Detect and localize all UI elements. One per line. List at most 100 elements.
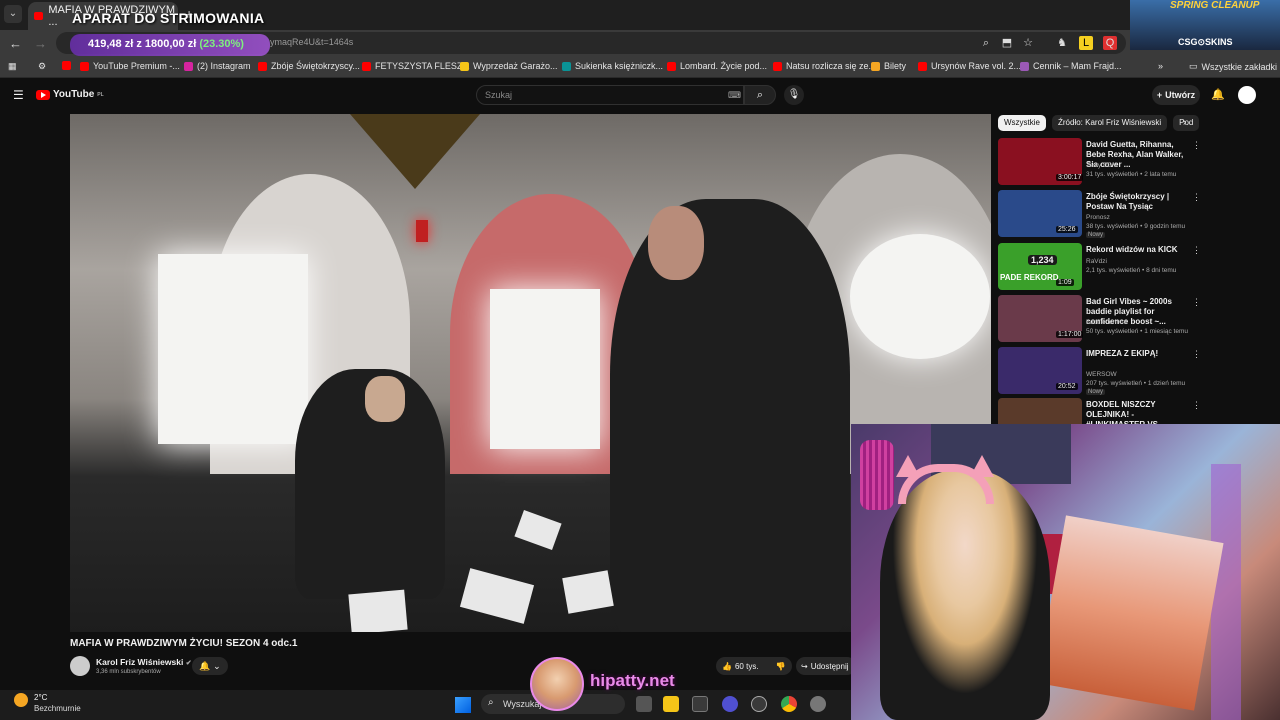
- task-view-icon[interactable]: [636, 696, 652, 712]
- bookmark-label: (2) Instagram: [197, 61, 251, 71]
- bookmark-favicon-icon: [80, 61, 89, 71]
- bookmark-label: Ursynów Rave vol. 2...: [931, 61, 1022, 71]
- recommendation-channel[interactable]: Tasty EDM: [1086, 162, 1117, 169]
- extension-l-icon[interactable]: L: [1079, 36, 1093, 50]
- bookmark-item[interactable]: Zbóje Świętokrzyscy...: [258, 61, 360, 71]
- more-options-icon[interactable]: ⋮: [1192, 297, 1201, 308]
- like-button[interactable]: 👍 60 tys. 👎: [716, 657, 792, 675]
- bookmarks-overflow-icon[interactable]: »: [1158, 61, 1163, 71]
- recommendation-chips: Wszystkie Źródło: Karol Friz Wiśniewski …: [998, 115, 1200, 131]
- recommendation-item[interactable]: 20:52 IMPREZA Z EKIPĄ! WERSOW 207 tys. wyśw…: [998, 347, 1268, 395]
- recommendation-item[interactable]: 1:17:00 Bad Girl Vibes ~ 2000s baddie pla…: [998, 295, 1268, 343]
- windows-start-icon[interactable]: [455, 697, 471, 713]
- weather-sun-icon[interactable]: [14, 693, 28, 707]
- bookmark-item[interactable]: Bilety: [871, 61, 906, 71]
- bookmark-favicon-icon: [362, 61, 371, 71]
- video-duration: 1:17:00: [1056, 331, 1084, 338]
- tab-search-button[interactable]: ⌄: [4, 5, 22, 23]
- menu-icon[interactable]: ☰: [13, 88, 24, 102]
- more-options-icon[interactable]: ⋮: [1192, 400, 1201, 411]
- create-button[interactable]: + Utwórz: [1152, 85, 1200, 105]
- recommendation-item[interactable]: 3:00:17 David Guetta, Rihanna, Bebe Rexha…: [998, 138, 1268, 186]
- back-icon[interactable]: ←: [9, 36, 22, 51]
- bookmark-item[interactable]: Cennik – Mam Frajd...: [1020, 61, 1122, 71]
- keyboard-icon[interactable]: ⌨: [728, 90, 741, 101]
- recommendation-title[interactable]: IMPREZA Z EKIPĄ!: [1086, 349, 1190, 359]
- bookmark-settings-icon[interactable]: ⚙: [38, 61, 46, 72]
- bookmark-item[interactable]: YouTube Premium -...: [80, 61, 180, 71]
- recommendation-meta: 31 tys. wyświetleń • 2 lata temu: [1086, 171, 1177, 178]
- recommendation-channel[interactable]: baddie femme: [1086, 319, 1127, 326]
- youtube-logo[interactable]: YouTube PL: [36, 89, 104, 100]
- chip-source[interactable]: Źródło: Karol Friz Wiśniewski: [1052, 115, 1168, 131]
- bookmark-label: YouTube Premium -...: [93, 61, 180, 71]
- bookmark-favicon-icon: [918, 61, 927, 71]
- youtube-play-icon: [36, 89, 50, 100]
- subscribed-bell-button[interactable]: 🔔 ⌄: [192, 657, 228, 675]
- thumbs-down-icon[interactable]: 👎: [776, 662, 786, 671]
- zoom-icon[interactable]: ⌕: [979, 36, 993, 50]
- recommendation-item[interactable]: 1:09 Rekord widzów na KICK RaVdzi 2,1 tys. …: [998, 243, 1268, 291]
- install-icon[interactable]: ⬒: [1000, 36, 1014, 50]
- forward-icon[interactable]: →: [34, 36, 47, 51]
- notifications-bell-icon[interactable]: 🔔: [1211, 88, 1225, 101]
- video-softbox-right: [850, 234, 990, 359]
- channel-avatar[interactable]: [70, 656, 90, 676]
- recommendation-title[interactable]: Zbóje Świętokrzyscy | Postaw Na Tysiąc: [1086, 192, 1190, 212]
- recommendation-meta: 50 tys. wyświetleń • 1 miesiąc temu: [1086, 328, 1188, 335]
- all-bookmarks-folder[interactable]: ▭ Wszystkie zakładki: [1189, 61, 1277, 72]
- recommendation-item[interactable]: 25:26 Zbóje Świętokrzyscy | Postaw Na Tys…: [998, 190, 1268, 238]
- chips-next-icon[interactable]: ›: [1183, 117, 1186, 128]
- recommendation-channel[interactable]: Pronosz: [1086, 214, 1110, 221]
- voice-search-icon[interactable]: 🎙: [784, 85, 804, 105]
- channel-name[interactable]: Karol Friz Wiśniewski ✔: [96, 657, 192, 667]
- donation-sep: z: [136, 38, 142, 50]
- bookmark-label: FETYSZYSTA FLESZ...: [375, 61, 470, 71]
- stream-banner-title: SPRING CLEANUP: [1170, 0, 1260, 11]
- address-bar-url: ymaqRe4U&t=1464s: [270, 37, 354, 47]
- bookmark-item[interactable]: Wyprzedaż Garażo...: [460, 61, 557, 71]
- more-options-icon[interactable]: ⋮: [1192, 192, 1201, 203]
- recommendation-channel[interactable]: RaVdzi: [1086, 258, 1107, 265]
- settings-gear-icon[interactable]: [810, 696, 826, 712]
- bookmark-item[interactable]: FETYSZYSTA FLESZ...: [362, 61, 470, 71]
- bookmark-item[interactable]: Sukienka księżniczk...: [562, 61, 663, 71]
- more-options-icon[interactable]: ⋮: [1192, 245, 1201, 256]
- bookmark-item[interactable]: Lombard. Życie pod...: [667, 61, 767, 71]
- bookmark-label: Natsu rozlicza się ze...: [786, 61, 877, 71]
- more-options-icon[interactable]: ⋮: [1192, 140, 1201, 151]
- video-face-sitting: [365, 376, 405, 422]
- bookmark-folder-icon[interactable]: [62, 61, 71, 70]
- file-explorer-icon[interactable]: [663, 696, 679, 712]
- bookmark-favicon-icon: [667, 61, 676, 71]
- youtube-favicon-icon: [34, 12, 44, 20]
- youtube-search-button[interactable]: ⌕: [744, 85, 776, 105]
- recommendation-title[interactable]: Rekord widzów na KICK: [1086, 245, 1190, 255]
- bookmark-item[interactable]: Natsu rozlicza się ze...: [773, 61, 876, 71]
- more-options-icon[interactable]: ⋮: [1192, 349, 1201, 360]
- extension-icon[interactable]: ♞: [1055, 36, 1069, 50]
- bookmark-favicon-icon: [1020, 61, 1029, 71]
- video-banner-flag: [350, 114, 480, 189]
- apps-grid-icon[interactable]: ▦: [8, 61, 17, 72]
- streamer-avatar: [530, 657, 584, 711]
- recommendation-channel[interactable]: WERSOW: [1086, 371, 1117, 378]
- obs-icon[interactable]: [751, 696, 767, 712]
- chip-all[interactable]: Wszystkie: [998, 115, 1046, 131]
- donation-goal: 1800,00 zł: [144, 38, 197, 50]
- bookmark-item[interactable]: Ursynów Rave vol. 2...: [918, 61, 1021, 71]
- extension-q-icon[interactable]: Q: [1103, 36, 1117, 50]
- share-button[interactable]: ↪ Udostępnij: [796, 657, 856, 675]
- chrome-icon[interactable]: [781, 696, 797, 712]
- youtube-search-input[interactable]: Szukaj: [476, 85, 744, 105]
- store-icon[interactable]: [692, 696, 708, 712]
- webcam-neon-light: [1211, 464, 1241, 720]
- bookmark-item[interactable]: (2) Instagram: [184, 61, 251, 71]
- video-paper: [459, 568, 535, 624]
- cat-ear-right: [970, 455, 994, 477]
- account-avatar[interactable]: [1238, 86, 1256, 104]
- bookmark-star-icon[interactable]: ☆: [1021, 36, 1035, 50]
- app-icon[interactable]: [722, 696, 738, 712]
- video-duration: 20:52: [1056, 383, 1078, 390]
- folder-icon: ▭: [1189, 61, 1198, 71]
